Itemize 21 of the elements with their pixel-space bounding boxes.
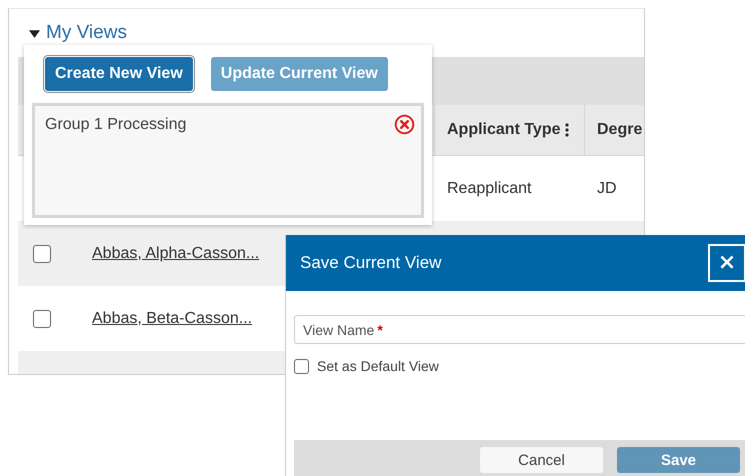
dialog-button[interactable]: Cancel	[480, 447, 603, 473]
applicant-name-link[interactable]: Abbas, Beta-Casson...	[84, 310, 252, 328]
column-header[interactable]: Applicant Type	[447, 121, 560, 139]
dialog-title: Save Current View	[300, 253, 442, 273]
table-cell: JD	[597, 180, 617, 198]
table-cell: Reapplicant	[447, 180, 532, 198]
view-button[interactable]: Create New View	[45, 57, 193, 91]
row-checkbox[interactable]	[33, 244, 51, 262]
column-header[interactable]: Degre	[597, 121, 642, 139]
row-checkbox[interactable]	[33, 310, 51, 328]
checkbox-label: Set as Default View	[317, 358, 439, 374]
close-button[interactable]: ×	[708, 244, 745, 282]
required-mark: *	[377, 322, 383, 338]
default-view-checkbox[interactable]	[294, 358, 309, 374]
remove-icon[interactable]	[394, 114, 415, 135]
caret-icon[interactable]	[29, 28, 40, 38]
section-title[interactable]: My Views	[46, 22, 127, 44]
applicant-name-link[interactable]: Abbas, Alpha-Casson...	[84, 244, 260, 262]
kebab-menu-icon[interactable]	[564, 123, 568, 137]
view-name-field[interactable]: View Name *	[294, 315, 745, 344]
view-item[interactable]: Group 1 Processing	[45, 116, 186, 134]
